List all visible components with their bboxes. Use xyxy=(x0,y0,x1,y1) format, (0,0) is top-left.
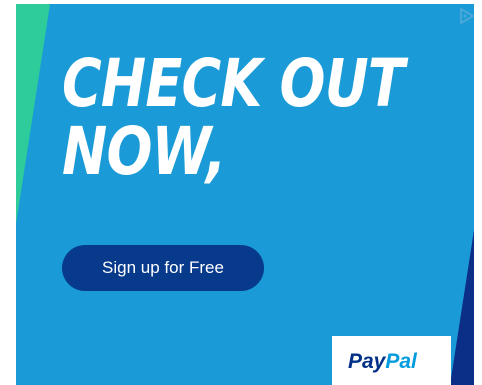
adchoices-triangle-icon[interactable] xyxy=(454,4,478,28)
green-diagonal-stripe xyxy=(16,4,56,385)
paypal-banner-ad[interactable]: CHECK OUT NOW, Sign up for Free PayPal xyxy=(16,4,474,385)
headline: CHECK OUT NOW, xyxy=(62,45,405,190)
sign-up-button[interactable]: Sign up for Free xyxy=(62,245,264,291)
headline-line-2: NOW, xyxy=(62,113,226,190)
paypal-logo: PayPal xyxy=(348,350,417,374)
logo-part-pay: Pay xyxy=(348,350,386,373)
navy-diagonal-stripe xyxy=(434,4,474,385)
paypal-logo-box[interactable]: PayPal xyxy=(332,336,451,385)
headline-line-1: CHECK OUT xyxy=(62,45,405,122)
logo-part-pal: Pal xyxy=(385,350,417,373)
